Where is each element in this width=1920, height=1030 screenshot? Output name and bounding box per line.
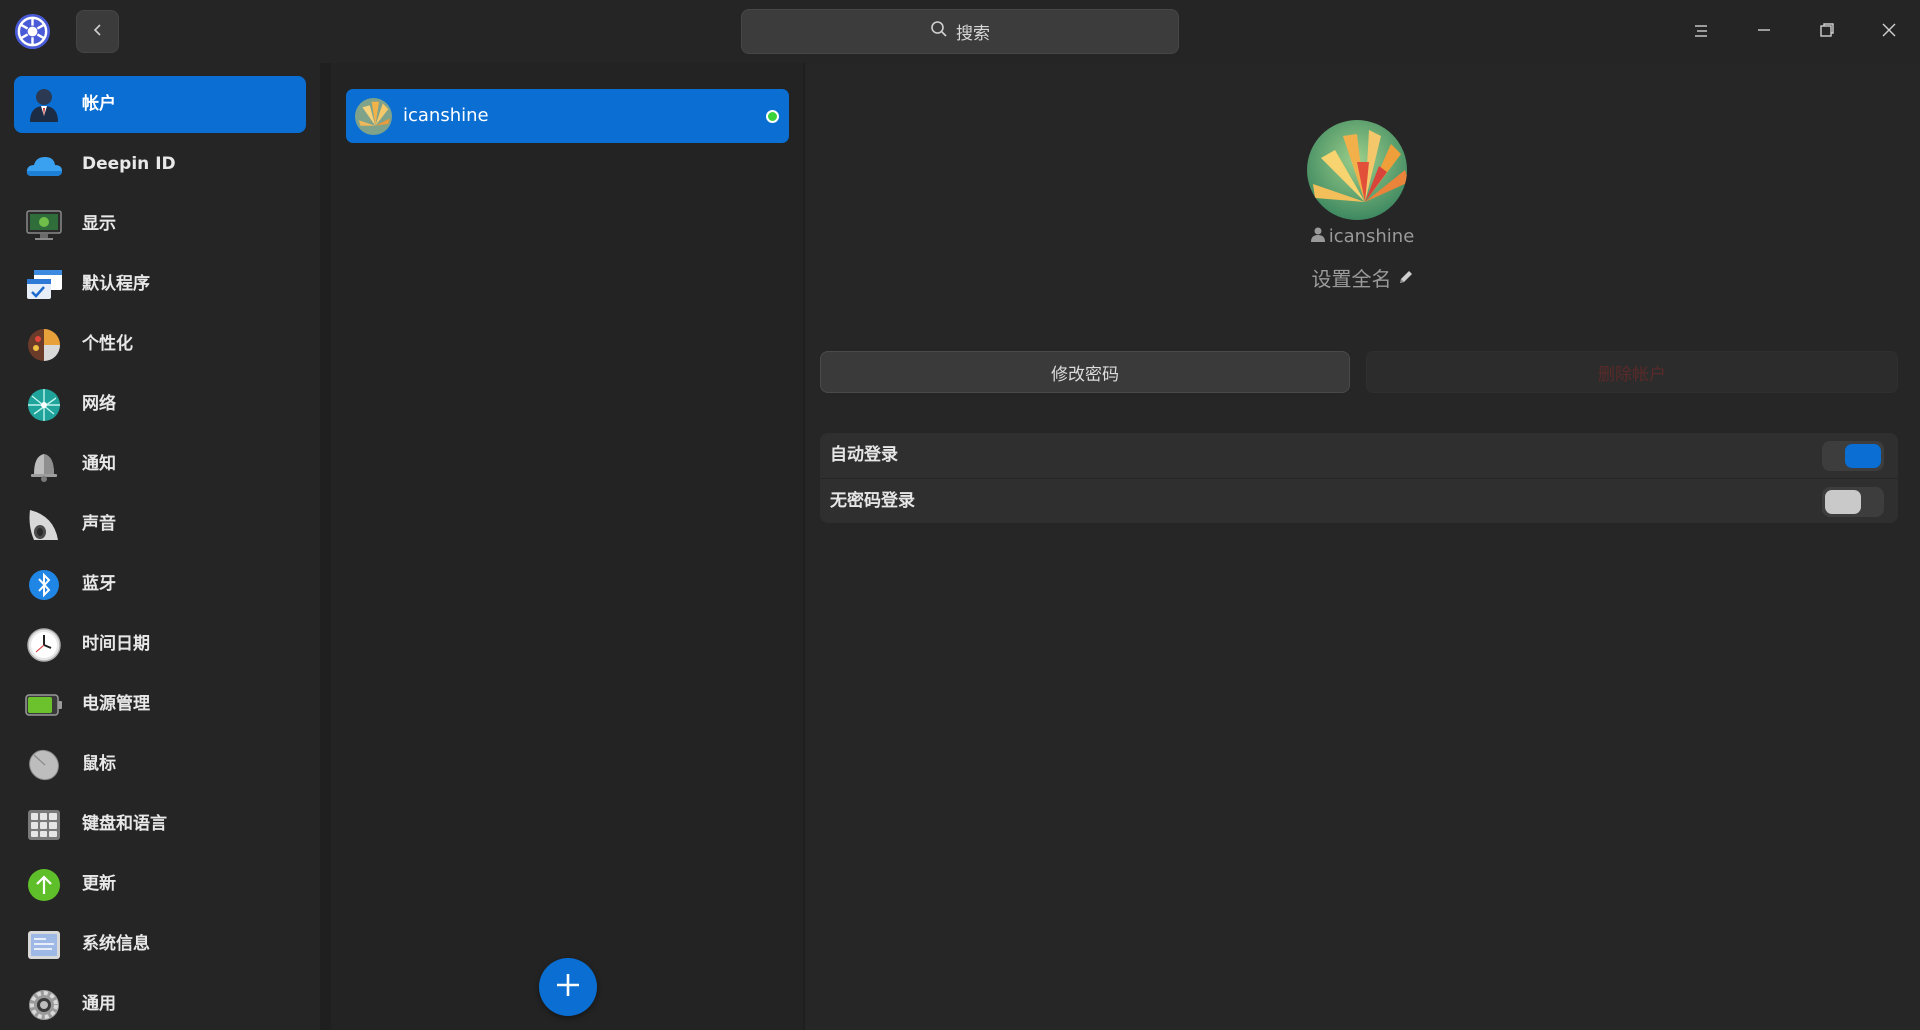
speaker-icon	[24, 506, 64, 544]
account-icon	[24, 86, 64, 124]
bluetooth-icon	[24, 566, 64, 604]
title-bar: 搜索	[0, 0, 1920, 63]
fullname-placeholder: 设置全名	[1311, 267, 1392, 291]
clock-icon	[24, 626, 64, 664]
fullname-editor[interactable]: 设置全名	[805, 263, 1920, 292]
online-status-icon	[766, 110, 779, 123]
sidebar-item-label: Deepin ID	[82, 154, 176, 174]
menu-icon	[1693, 23, 1709, 42]
sidebar-item-system-info[interactable]: 系统信息	[14, 916, 306, 973]
search-input[interactable]: 搜索	[741, 9, 1179, 54]
setting-label: 无密码登录	[830, 491, 915, 511]
sidebar-item-notifications[interactable]: 通知	[14, 436, 306, 493]
settings-gear-icon[interactable]	[13, 12, 52, 51]
sidebar-item-label: 显示	[82, 214, 116, 234]
sidebar-item-update[interactable]: 更新	[14, 856, 306, 913]
list-item-user[interactable]: icanshine	[346, 89, 789, 143]
cloud-icon	[24, 146, 64, 184]
close-button[interactable]	[1869, 12, 1909, 52]
sidebar-item-label: 系统信息	[82, 934, 150, 954]
search-placeholder: 搜索	[956, 24, 990, 44]
mouse-icon	[24, 746, 64, 784]
toggle-knob	[1825, 490, 1861, 514]
delete-account-button[interactable]: 删除帐户	[1366, 351, 1898, 393]
pencil-icon[interactable]	[1398, 266, 1414, 290]
sidebar-item-label: 电源管理	[82, 694, 150, 714]
keyboard-icon	[24, 806, 64, 844]
sidebar-item-general[interactable]: 通用	[14, 976, 306, 1030]
sidebar-item-deepin-id[interactable]: Deepin ID	[14, 136, 306, 193]
restore-icon	[1819, 22, 1835, 42]
sidebar: 帐户 Deepin ID 显示 默认程序 个性化 网络 通知 声音 蓝牙 时间日…	[0, 63, 320, 1030]
sidebar-item-label: 键盘和语言	[82, 814, 167, 834]
system-info-icon	[24, 926, 64, 964]
sidebar-item-bluetooth[interactable]: 蓝牙	[14, 556, 306, 613]
sidebar-item-label: 默认程序	[82, 274, 150, 294]
login-settings: 自动登录 无密码登录	[820, 433, 1898, 523]
sidebar-item-display[interactable]: 显示	[14, 196, 306, 253]
sidebar-item-label: 鼠标	[82, 754, 116, 774]
user-list: icanshine	[331, 63, 803, 1030]
sidebar-item-personalization[interactable]: 个性化	[14, 316, 306, 373]
change-password-button[interactable]: 修改密码	[820, 351, 1350, 393]
chevron-left-icon	[91, 22, 105, 41]
avatar	[355, 98, 392, 135]
sidebar-item-label: 个性化	[82, 334, 133, 354]
setting-label: 自动登录	[830, 445, 898, 465]
avatar-large[interactable]	[1307, 120, 1407, 220]
general-gear-icon	[24, 986, 64, 1024]
battery-icon	[24, 686, 64, 724]
default-apps-icon	[24, 266, 64, 304]
sidebar-item-power[interactable]: 电源管理	[14, 676, 306, 733]
sidebar-item-label: 更新	[82, 874, 116, 894]
sidebar-item-datetime[interactable]: 时间日期	[14, 616, 306, 673]
username-display: icanshine	[805, 226, 1920, 247]
sidebar-item-label: 声音	[82, 514, 116, 534]
maximize-button[interactable]	[1807, 12, 1847, 52]
sidebar-item-keyboard[interactable]: 键盘和语言	[14, 796, 306, 853]
bell-icon	[24, 446, 64, 484]
sidebar-item-default-apps[interactable]: 默认程序	[14, 256, 306, 313]
username-text: icanshine	[1328, 226, 1415, 247]
back-button[interactable]	[76, 10, 119, 53]
minimize-icon	[1756, 22, 1772, 42]
sidebar-item-sound[interactable]: 声音	[14, 496, 306, 553]
user-icon	[1310, 226, 1325, 247]
personalization-icon	[24, 326, 64, 364]
search-icon	[930, 20, 948, 43]
sidebar-item-label: 网络	[82, 394, 116, 414]
setting-row-passwordless-login: 无密码登录	[820, 478, 1898, 523]
menu-button[interactable]	[1681, 12, 1721, 52]
network-icon	[24, 386, 64, 424]
display-icon	[24, 206, 64, 244]
update-icon	[24, 866, 64, 904]
toggle-knob	[1845, 444, 1881, 468]
auto-login-toggle[interactable]	[1822, 441, 1884, 471]
user-name: icanshine	[403, 105, 489, 126]
passwordless-login-toggle[interactable]	[1822, 487, 1884, 517]
minimize-button[interactable]	[1744, 12, 1784, 52]
sidebar-item-network[interactable]: 网络	[14, 376, 306, 433]
account-detail: icanshine 设置全名 修改密码 删除帐户 自动登录 无密码登录	[805, 63, 1920, 1030]
sidebar-item-label: 帐户	[82, 94, 116, 114]
add-user-button[interactable]	[539, 958, 597, 1016]
sidebar-item-mouse[interactable]: 鼠标	[14, 736, 306, 793]
sidebar-item-label: 蓝牙	[82, 574, 116, 594]
sidebar-item-label: 通用	[82, 994, 116, 1014]
close-icon	[1881, 22, 1897, 42]
sidebar-item-label: 通知	[82, 454, 116, 474]
sidebar-item-label: 时间日期	[82, 634, 150, 654]
sidebar-item-accounts[interactable]: 帐户	[14, 76, 306, 133]
setting-row-auto-login: 自动登录	[820, 433, 1898, 478]
plus-icon	[555, 972, 581, 1002]
